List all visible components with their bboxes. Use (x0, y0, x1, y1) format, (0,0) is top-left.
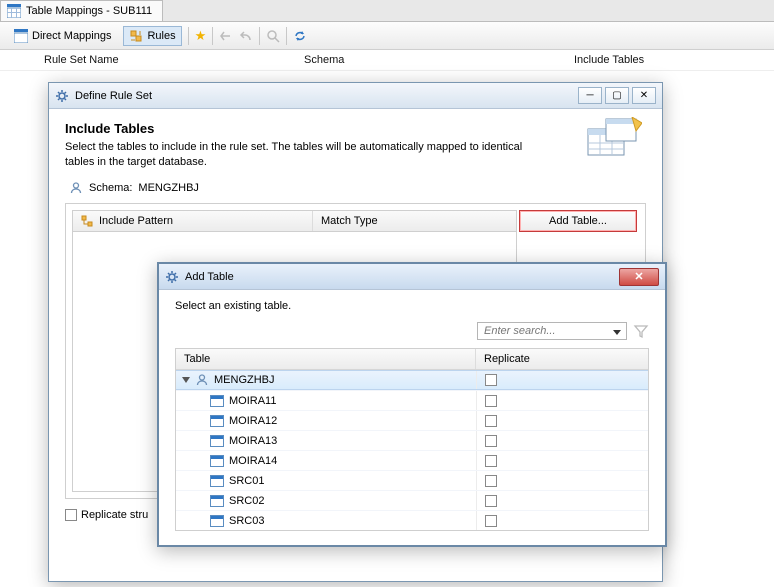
add-table-label: Add Table... (549, 215, 607, 227)
table-name: MOIRA13 (229, 435, 277, 447)
direct-mappings-label: Direct Mappings (32, 30, 111, 42)
schema-name: MENGZHBJ (214, 374, 275, 386)
replicate-structure-checkbox[interactable] (65, 509, 77, 521)
star-icon[interactable]: ★ (195, 28, 207, 44)
dialog-titlebar[interactable]: Add Table ✕ (159, 264, 665, 290)
separator (259, 27, 260, 45)
col-include-tables: Include Tables (574, 54, 754, 66)
dialog-titlebar[interactable]: Define Rule Set ─ ▢ ✕ (49, 83, 662, 109)
grid-column-headers: Rule Set Name Schema Include Tables (0, 50, 774, 71)
tab-title: Table Mappings - SUB111 (26, 5, 152, 17)
separator (188, 27, 189, 45)
table-name: SRC03 (229, 515, 264, 527)
replicate-checkbox[interactable] (485, 475, 497, 487)
table-name: SRC01 (229, 475, 264, 487)
tree-row-table[interactable]: MOIRA11 (176, 390, 648, 410)
refresh-icon[interactable] (293, 29, 307, 43)
replicate-checkbox[interactable] (485, 415, 497, 427)
user-icon (195, 373, 209, 387)
table-name: MOIRA11 (229, 395, 276, 407)
gear-icon (55, 89, 69, 103)
tree-body[interactable]: MENGZHBJ MOIRA11 MOIRA12 MOIRA13 MOIRA14 SRC… (176, 370, 648, 530)
replicate-structure-label: Replicate stru (81, 509, 148, 521)
schema-label: Schema: (89, 182, 132, 194)
table-icon (210, 495, 224, 507)
tree-header: Table Replicate (176, 349, 648, 370)
table-icon (210, 475, 224, 487)
grid-icon (14, 29, 28, 43)
col-match-type: Match Type (321, 215, 378, 227)
col-include-pattern: Include Pattern (99, 215, 173, 227)
separator (212, 27, 213, 45)
col-replicate: Replicate (476, 349, 648, 369)
tree-row-schema[interactable]: MENGZHBJ (176, 370, 648, 390)
tab-bar: Table Mappings - SUB111 (0, 0, 774, 22)
gear-icon (165, 270, 179, 284)
col-table: Table (176, 349, 476, 369)
add-table-button[interactable]: Add Table... (519, 210, 637, 232)
search-icon[interactable] (266, 29, 280, 43)
table-name: MOIRA12 (229, 415, 277, 427)
search-placeholder: Enter search... (484, 325, 556, 337)
user-icon (69, 181, 83, 195)
tree-row-table[interactable]: SRC02 (176, 490, 648, 510)
maximize-button[interactable]: ▢ (605, 87, 629, 104)
tree-icon (81, 215, 93, 227)
rules-tab[interactable]: Rules (123, 26, 181, 46)
replicate-checkbox[interactable] (485, 455, 497, 467)
col-rule-set-name: Rule Set Name (44, 54, 304, 66)
table-name: MOIRA14 (229, 455, 277, 467)
replicate-checkbox[interactable] (485, 515, 497, 527)
tab-table-mappings[interactable]: Table Mappings - SUB111 (0, 0, 163, 21)
table-icon (210, 515, 224, 527)
section-description: Select the tables to include in the rule… (65, 140, 535, 171)
banner-tables-icon (586, 117, 642, 163)
nav-back-icon[interactable] (219, 30, 233, 42)
tree-row-table[interactable]: MOIRA14 (176, 450, 648, 470)
table-tree: Table Replicate MENGZHBJ MOIRA1 (175, 348, 649, 531)
replicate-checkbox[interactable] (485, 395, 497, 407)
toolbar: Direct Mappings Rules ★ (0, 22, 774, 50)
schema-value: MENGZHBJ (138, 182, 199, 194)
replicate-checkbox[interactable] (485, 374, 497, 386)
replicate-checkbox[interactable] (485, 435, 497, 447)
tree-row-table[interactable]: SRC03 (176, 510, 648, 530)
table-icon (210, 455, 224, 467)
close-button[interactable]: ✕ (632, 87, 656, 104)
separator (286, 27, 287, 45)
table-icon (210, 415, 224, 427)
table-icon (210, 395, 224, 407)
filter-icon[interactable] (633, 323, 649, 339)
rules-label: Rules (147, 30, 175, 42)
include-pattern-header: Include Pattern Match Type (72, 210, 517, 232)
tree-row-table[interactable]: SRC01 (176, 470, 648, 490)
tree-row-table[interactable]: MOIRA13 (176, 430, 648, 450)
search-input[interactable]: Enter search... (477, 322, 627, 340)
schema-row: Schema: MENGZHBJ (69, 181, 646, 195)
direct-mappings-tab[interactable]: Direct Mappings (8, 26, 117, 46)
section-heading: Include Tables (65, 121, 646, 136)
tree-row-table[interactable]: MOIRA12 (176, 410, 648, 430)
grid-icon (7, 4, 21, 18)
undo-icon[interactable] (239, 30, 253, 42)
instruction-text: Select an existing table. (175, 300, 649, 312)
minimize-button[interactable]: ─ (578, 87, 602, 104)
close-button[interactable]: ✕ (619, 268, 659, 286)
dialog-title: Define Rule Set (75, 90, 572, 102)
ruleset-icon (129, 29, 143, 43)
expander-icon[interactable] (182, 377, 190, 383)
table-name: SRC02 (229, 495, 264, 507)
add-table-dialog: Add Table ✕ Select an existing table. En… (157, 262, 667, 547)
table-icon (210, 435, 224, 447)
dialog-title: Add Table (185, 271, 613, 283)
col-schema: Schema (304, 54, 574, 66)
replicate-checkbox[interactable] (485, 495, 497, 507)
